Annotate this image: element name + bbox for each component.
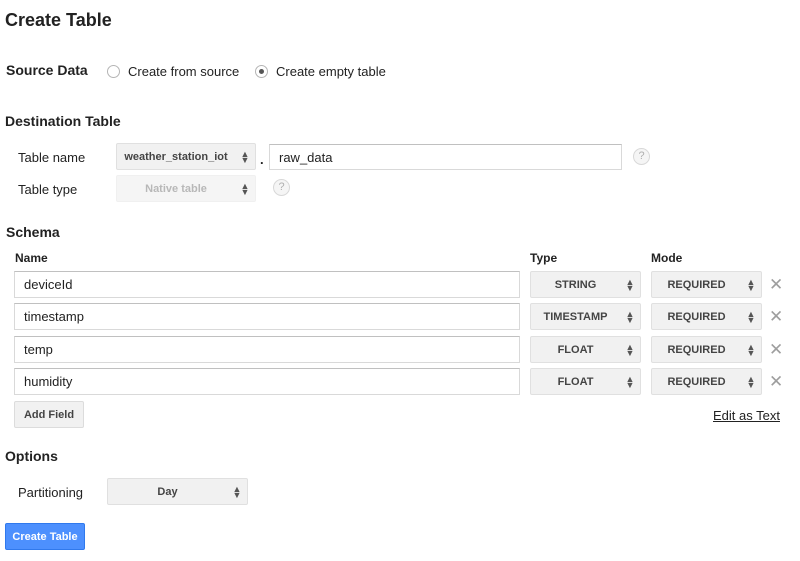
radio-label: Create from source xyxy=(128,64,240,79)
table-name-input[interactable]: raw_data xyxy=(269,144,622,170)
radio-create-empty-table[interactable]: Create empty table xyxy=(255,64,386,79)
field-name-value: humidity xyxy=(24,374,73,389)
schema-heading: Schema xyxy=(6,224,60,240)
column-header-mode: Mode xyxy=(651,251,683,265)
destination-table-heading: Destination Table xyxy=(5,113,121,129)
field-type-select[interactable]: STRING ▲ ▼ xyxy=(530,271,641,298)
schema-field-row: timestamp TIMESTAMP ▲ ▼ REQUIRED ▲ ▼ ✕ xyxy=(0,303,800,330)
schema-field-row: temp FLOAT ▲ ▼ REQUIRED ▲ ▼ ✕ xyxy=(0,336,800,363)
select-arrows-icon: ▲ ▼ xyxy=(625,308,635,325)
partitioning-label: Partitioning xyxy=(18,485,84,500)
field-mode-select[interactable]: REQUIRED ▲ ▼ xyxy=(651,336,762,363)
separator-dot: . xyxy=(260,152,264,167)
partitioning-value: Day xyxy=(157,485,178,498)
field-mode-value: REQUIRED xyxy=(667,278,726,291)
options-heading: Options xyxy=(5,448,58,464)
field-type-value: STRING xyxy=(554,278,597,291)
field-mode-select[interactable]: REQUIRED ▲ ▼ xyxy=(651,303,762,330)
edit-as-text-link[interactable]: Edit as Text xyxy=(713,408,780,423)
table-name-label: Table name xyxy=(18,150,86,165)
column-header-type: Type xyxy=(530,251,558,265)
field-type-value: FLOAT xyxy=(557,375,594,388)
select-arrows-icon: ▲ ▼ xyxy=(232,483,242,500)
field-name-value: timestamp xyxy=(24,309,84,324)
table-type-label: Table type xyxy=(18,182,78,197)
page-title: Create Table xyxy=(5,10,112,30)
partitioning-select[interactable]: Day ▲ ▼ xyxy=(107,478,248,505)
field-type-select[interactable]: FLOAT ▲ ▼ xyxy=(530,336,641,363)
dataset-select[interactable]: weather_station_iot ▲ ▼ xyxy=(116,143,256,170)
select-arrows-icon: ▲ ▼ xyxy=(240,180,250,197)
table-name-value: raw_data xyxy=(279,149,333,165)
dataset-value: weather_station_iot xyxy=(124,150,228,163)
select-arrows-icon: ▲ ▼ xyxy=(746,341,756,358)
create-table-button[interactable]: Create Table xyxy=(5,523,85,550)
select-arrows-icon: ▲ ▼ xyxy=(240,148,250,165)
remove-field-icon[interactable]: ✕ xyxy=(769,276,783,293)
select-arrows-icon: ▲ ▼ xyxy=(746,373,756,390)
select-arrows-icon: ▲ ▼ xyxy=(746,308,756,325)
schema-field-row: deviceId STRING ▲ ▼ REQUIRED ▲ ▼ ✕ xyxy=(0,271,800,298)
field-type-value: FLOAT xyxy=(557,343,594,356)
radio-button[interactable] xyxy=(255,65,268,78)
add-field-button[interactable]: Add Field xyxy=(14,401,84,428)
column-header-name: Name xyxy=(15,251,48,265)
radio-create-from-source[interactable]: Create from source xyxy=(107,64,239,79)
source-data-label: Source Data xyxy=(6,62,88,78)
field-name-value: deviceId xyxy=(24,277,73,292)
field-name-value: temp xyxy=(24,342,53,357)
field-name-input[interactable]: timestamp xyxy=(14,303,520,330)
field-type-select[interactable]: FLOAT ▲ ▼ xyxy=(530,368,641,395)
table-type-select[interactable]: Native table ▲ ▼ xyxy=(116,175,256,202)
table-type-value: Native table xyxy=(145,182,207,195)
select-arrows-icon: ▲ ▼ xyxy=(625,341,635,358)
select-arrows-icon: ▲ ▼ xyxy=(625,276,635,293)
schema-field-row: humidity FLOAT ▲ ▼ REQUIRED ▲ ▼ ✕ xyxy=(0,368,800,395)
field-name-input[interactable]: temp xyxy=(14,336,520,363)
remove-field-icon[interactable]: ✕ xyxy=(769,373,783,390)
field-mode-select[interactable]: REQUIRED ▲ ▼ xyxy=(651,368,762,395)
field-mode-value: REQUIRED xyxy=(667,310,726,323)
field-name-input[interactable]: humidity xyxy=(14,368,520,395)
field-type-value: TIMESTAMP xyxy=(543,310,608,323)
field-mode-select[interactable]: REQUIRED ▲ ▼ xyxy=(651,271,762,298)
radio-label: Create empty table xyxy=(276,64,386,79)
field-mode-value: REQUIRED xyxy=(667,375,726,388)
select-arrows-icon: ▲ ▼ xyxy=(625,373,635,390)
table-name-help-icon[interactable]: ? xyxy=(633,148,650,165)
remove-field-icon[interactable]: ✕ xyxy=(769,341,783,358)
field-mode-value: REQUIRED xyxy=(667,343,726,356)
field-name-input[interactable]: deviceId xyxy=(14,271,520,298)
remove-field-icon[interactable]: ✕ xyxy=(769,308,783,325)
radio-button[interactable] xyxy=(107,65,120,78)
select-arrows-icon: ▲ ▼ xyxy=(746,276,756,293)
field-type-select[interactable]: TIMESTAMP ▲ ▼ xyxy=(530,303,641,330)
table-type-help-icon[interactable]: ? xyxy=(273,179,290,196)
